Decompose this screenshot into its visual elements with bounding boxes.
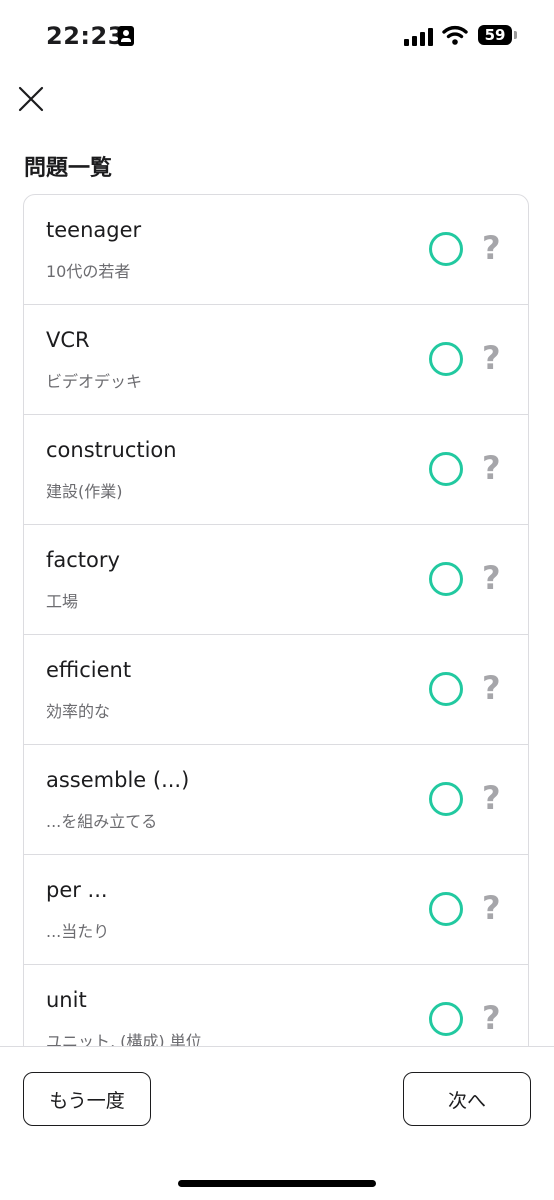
focus-mode-icon [118,26,134,46]
question-row[interactable]: VCR ビデオデッキ ? [24,305,528,415]
retry-button[interactable]: もう一度 [23,1072,151,1126]
next-button[interactable]: 次へ [403,1072,531,1126]
correct-circle-icon [429,1002,463,1036]
question-row[interactable]: per ... ...当たり ? [24,855,528,965]
wifi-icon [442,25,468,45]
question-mark-icon[interactable]: ? [482,779,501,817]
question-word: teenager [46,218,142,242]
correct-circle-icon [429,672,463,706]
home-indicator [178,1180,376,1187]
question-mark-icon[interactable]: ? [482,229,501,267]
question-word: efficient [46,658,132,682]
status-time: 22:23 [46,22,125,50]
question-meaning: 10代の若者 [46,262,131,281]
status-bar: 22:23 59 [0,0,554,72]
battery-icon: 59 [478,25,512,45]
question-meaning: ...を組み立てる [46,812,158,831]
question-row[interactable]: assemble (...) ...を組み立てる ? [24,745,528,855]
question-word: construction [46,438,177,462]
question-word: VCR [46,328,90,352]
question-mark-icon[interactable]: ? [482,889,501,927]
question-word: per ... [46,878,108,902]
question-meaning: 工場 [46,592,79,611]
correct-circle-icon [429,892,463,926]
close-button[interactable] [14,82,48,116]
question-mark-icon[interactable]: ? [482,559,501,597]
correct-circle-icon [429,232,463,266]
question-row[interactable]: efficient 効率的な ? [24,635,528,745]
question-word: assemble (...) [46,768,190,792]
question-meaning: ビデオデッキ [46,372,143,391]
cellular-signal-icon [404,28,434,46]
question-mark-icon[interactable]: ? [482,449,501,487]
battery-cap [514,31,517,39]
correct-circle-icon [429,562,463,596]
question-meaning: 効率的な [46,702,111,721]
question-row[interactable]: construction 建設(作業) ? [24,415,528,525]
question-row[interactable]: factory 工場 ? [24,525,528,635]
question-word: unit [46,988,87,1012]
question-word: factory [46,548,120,572]
correct-circle-icon [429,782,463,816]
question-list: teenager 10代の若者 ? VCR ビデオデッキ ? construct… [23,194,529,1074]
correct-circle-icon [429,342,463,376]
question-mark-icon[interactable]: ? [482,669,501,707]
close-icon[interactable] [14,82,48,116]
question-row[interactable]: teenager 10代の若者 ? [24,195,528,305]
bottom-action-bar: もう一度 次へ [0,1046,554,1200]
page-title: 問題一覧 [24,156,113,181]
question-meaning: ...当たり [46,922,110,941]
question-mark-icon[interactable]: ? [482,339,501,377]
question-mark-icon[interactable]: ? [482,999,501,1037]
question-meaning: 建設(作業) [46,482,123,501]
correct-circle-icon [429,452,463,486]
